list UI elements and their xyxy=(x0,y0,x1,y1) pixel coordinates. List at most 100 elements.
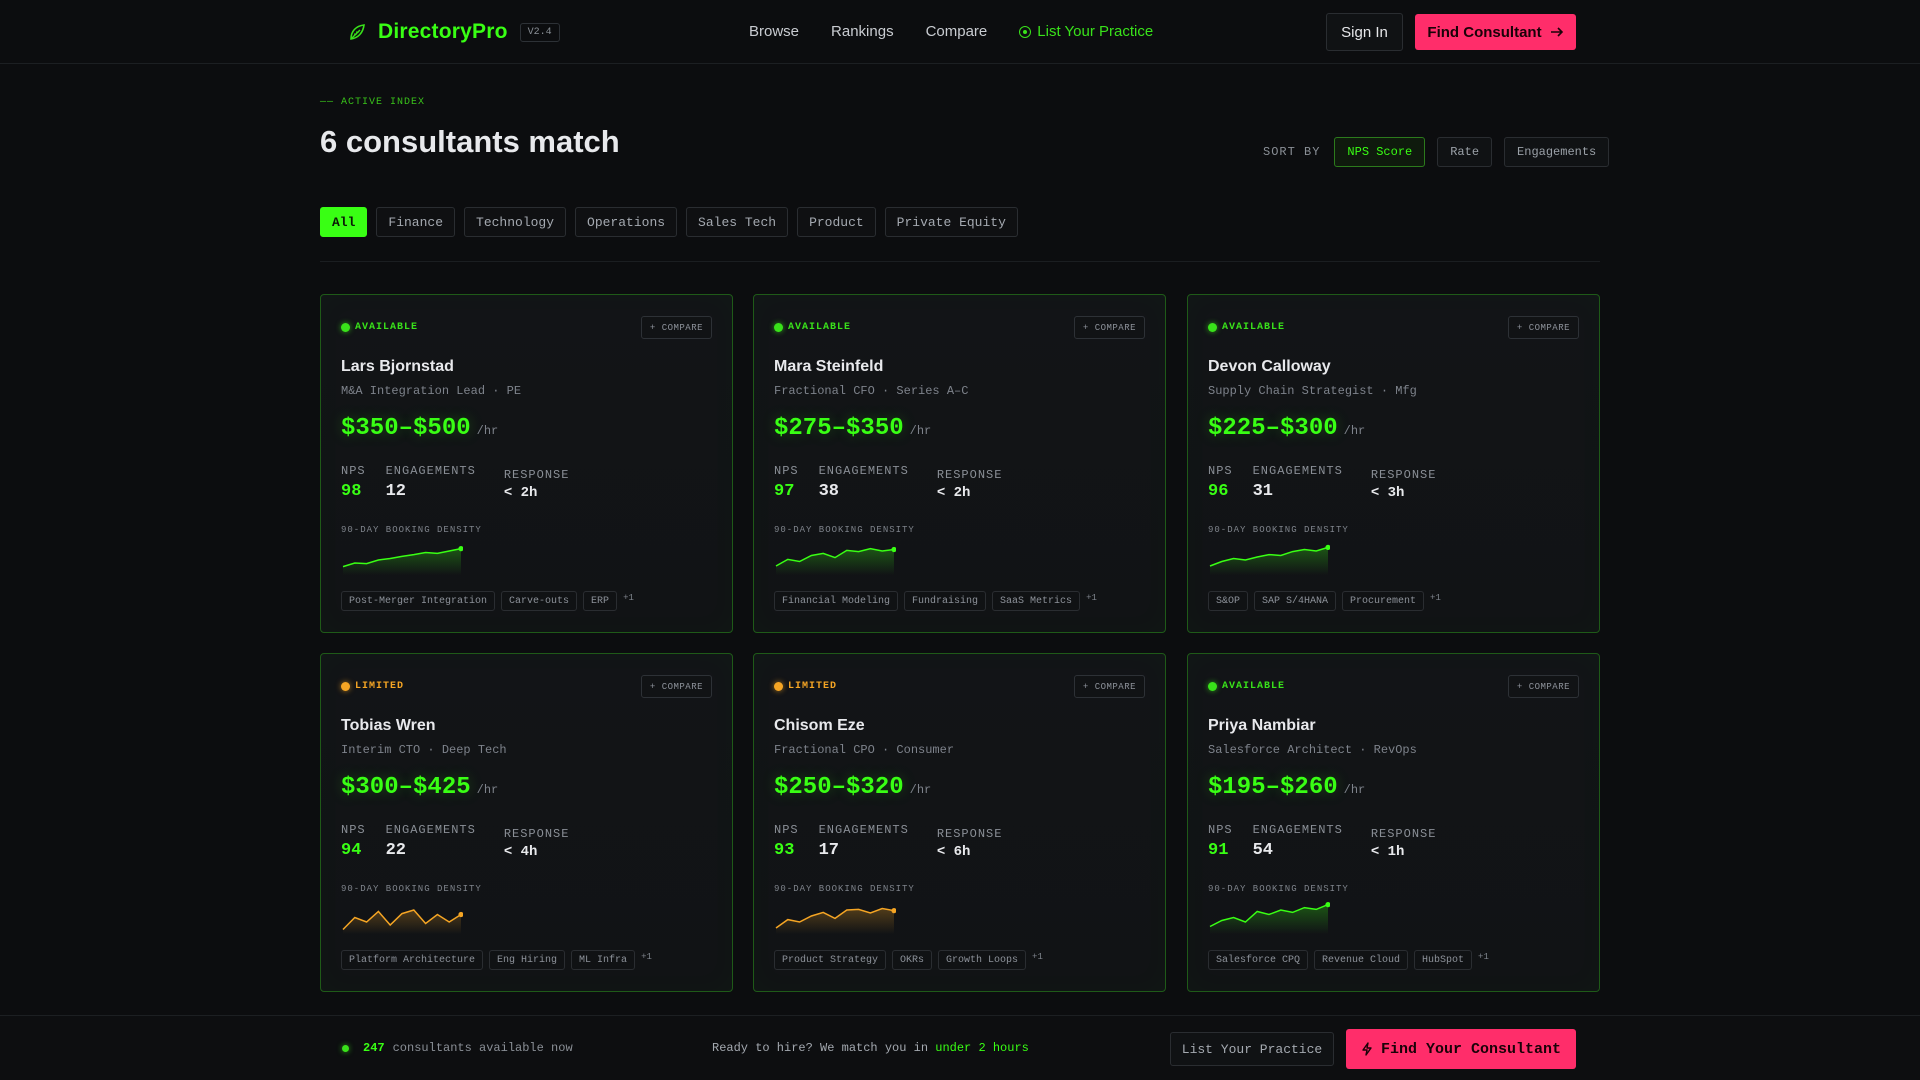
consultant-card[interactable]: AVAILABLE + COMPARE Priya Nambiar Salesf… xyxy=(1187,653,1600,992)
stat-label: ENGAGEMENTS xyxy=(1252,823,1343,837)
stat-nps: NPS 93 xyxy=(774,823,799,860)
stat-response: RESPONSE < 2h xyxy=(504,468,570,501)
nps-value: 97 xyxy=(774,482,795,501)
nav-browse[interactable]: Browse xyxy=(749,23,799,40)
nav-compare[interactable]: Compare xyxy=(926,23,988,40)
brand-logo[interactable]: DirectoryPro V2.4 xyxy=(346,20,560,44)
skill-tags: Financial Modeling Fundraising SaaS Metr… xyxy=(774,591,1097,611)
consultant-name[interactable]: Tobias Wren xyxy=(341,717,436,735)
hourly-rate: $275–$350 /hr xyxy=(774,415,931,442)
add-to-compare-button[interactable]: + COMPARE xyxy=(1507,316,1579,339)
consultant-role: Fractional CFO · Series A–C xyxy=(774,384,969,398)
consultant-card[interactable]: AVAILABLE + COMPARE Devon Calloway Suppl… xyxy=(1187,294,1600,633)
add-to-compare-button[interactable]: + COMPARE xyxy=(1073,675,1145,698)
skill-tags: Product Strategy OKRs Growth Loops +1 xyxy=(774,950,1043,970)
available-count: 247 xyxy=(363,1041,385,1055)
nav-rankings[interactable]: Rankings xyxy=(831,23,894,40)
stat-response: RESPONSE < 3h xyxy=(1371,468,1437,501)
stat-label: NPS xyxy=(774,823,799,837)
density-label: 90-DAY BOOKING DENSITY xyxy=(341,525,482,535)
sign-in-button[interactable]: Sign In xyxy=(1326,13,1403,51)
consultant-name[interactable]: Priya Nambiar xyxy=(1208,717,1316,735)
stat-label: ENGAGEMENTS xyxy=(818,823,909,837)
filter-sales-tech[interactable]: Sales Tech xyxy=(686,207,789,237)
stat-response: RESPONSE < 4h xyxy=(504,827,570,860)
status-dot-icon xyxy=(342,1044,349,1052)
target-icon xyxy=(1019,25,1032,38)
stats-row: NPS 94 ENGAGEMENTS 22 RESPONSE < 4h xyxy=(341,823,589,860)
consultant-card[interactable]: AVAILABLE + COMPARE Mara Steinfeld Fract… xyxy=(753,294,1166,633)
consultant-card[interactable]: LIMITED + COMPARE Chisom Eze Fractional … xyxy=(753,653,1166,992)
more-tags-count[interactable]: +1 xyxy=(1430,593,1441,603)
filter-product[interactable]: Product xyxy=(797,207,876,237)
status-badge: AVAILABLE xyxy=(1208,322,1285,333)
status-label: AVAILABLE xyxy=(1222,681,1286,692)
stat-label: NPS xyxy=(1208,823,1233,837)
filter-private-equity[interactable]: Private Equity xyxy=(884,207,1018,237)
more-tags-count[interactable]: +1 xyxy=(1032,952,1043,962)
status-label: LIMITED xyxy=(788,681,838,692)
stat-label: RESPONSE xyxy=(1370,827,1437,841)
stat-nps: NPS 94 xyxy=(341,823,366,860)
more-tags-count[interactable]: +1 xyxy=(1086,593,1097,603)
nav-list-practice[interactable]: List Your Practice xyxy=(1019,23,1153,40)
sparkline-area xyxy=(1210,547,1328,575)
density-label: 90-DAY BOOKING DENSITY xyxy=(774,525,915,535)
status-label: AVAILABLE xyxy=(1222,322,1286,333)
stat-engagements: ENGAGEMENTS 54 xyxy=(1253,823,1343,860)
add-to-compare-button[interactable]: + COMPARE xyxy=(1507,675,1579,698)
consultant-name[interactable]: Lars Bjornstad xyxy=(341,358,454,376)
sort-nps-button[interactable]: NPS Score xyxy=(1334,137,1426,167)
stat-label: ENGAGEMENTS xyxy=(385,823,476,837)
stat-label: NPS xyxy=(341,464,366,478)
nps-value: 96 xyxy=(1208,482,1229,501)
add-to-compare-button[interactable]: + COMPARE xyxy=(1073,316,1145,339)
stat-label: NPS xyxy=(341,823,366,837)
skill-tags: Post-Merger Integration Carve-outs ERP +… xyxy=(341,591,634,611)
status-dot-icon xyxy=(774,323,783,332)
more-tags-count[interactable]: +1 xyxy=(1478,952,1489,962)
match-promise: Ready to hire? We match you in under 2 h… xyxy=(712,1041,1029,1055)
engagements-value: 17 xyxy=(818,841,840,860)
filter-operations[interactable]: Operations xyxy=(575,207,678,237)
stat-response: RESPONSE < 2h xyxy=(937,468,1003,501)
status-dot-icon xyxy=(341,682,350,691)
stat-label: NPS xyxy=(774,464,799,478)
sticky-footer-bar: 247 consultants available now Ready to h… xyxy=(0,1015,1920,1080)
filter-technology[interactable]: Technology xyxy=(464,207,567,237)
rate-unit: /hr xyxy=(1343,424,1366,438)
consultant-card[interactable]: AVAILABLE + COMPARE Lars Bjornstad M&A I… xyxy=(320,294,733,633)
filter-all[interactable]: All xyxy=(320,207,368,237)
status-badge: LIMITED xyxy=(774,681,837,692)
skill-tag: Eng Hiring xyxy=(489,950,566,970)
add-to-compare-button[interactable]: + COMPARE xyxy=(640,316,712,339)
filter-finance[interactable]: Finance xyxy=(376,207,456,237)
sort-rate-button[interactable]: Rate xyxy=(1437,137,1493,167)
footer-find-consultant-button[interactable]: Find Your Consultant xyxy=(1346,1029,1576,1069)
consultant-name[interactable]: Mara Steinfeld xyxy=(774,358,883,376)
main-nav: Browse Rankings Compare List Your Practi… xyxy=(749,23,1153,40)
find-consultant-label: Find Consultant xyxy=(1427,23,1542,41)
skill-tags: Salesforce CPQ Revenue Cloud HubSpot +1 xyxy=(1208,950,1489,970)
response-value: < 2h xyxy=(936,485,971,501)
skill-tag: SAP S/4HANA xyxy=(1254,591,1337,611)
stat-label: NPS xyxy=(1208,464,1233,478)
add-to-compare-button[interactable]: + COMPARE xyxy=(640,675,712,698)
footer-list-practice-button[interactable]: List Your Practice xyxy=(1170,1032,1334,1066)
more-tags-count[interactable]: +1 xyxy=(641,952,652,962)
more-tags-count[interactable]: +1 xyxy=(623,593,634,603)
hourly-rate: $195–$260 /hr xyxy=(1208,774,1365,801)
available-text: consultants available now xyxy=(392,1041,573,1055)
engagements-value: 54 xyxy=(1252,841,1274,860)
sort-engagements-button[interactable]: Engagements xyxy=(1504,137,1610,167)
consultant-card[interactable]: LIMITED + COMPARE Tobias Wren Interim CT… xyxy=(320,653,733,992)
engagements-value: 38 xyxy=(818,482,840,501)
find-consultant-button[interactable]: Find Consultant xyxy=(1415,14,1576,50)
stat-label: ENGAGEMENTS xyxy=(1252,464,1343,478)
skill-tag: OKRs xyxy=(892,950,933,970)
consultant-name[interactable]: Chisom Eze xyxy=(774,717,865,735)
status-label: AVAILABLE xyxy=(355,322,419,333)
consultant-name[interactable]: Devon Calloway xyxy=(1208,358,1331,376)
booking-density-sparkline xyxy=(1209,902,1330,934)
stats-row: NPS 98 ENGAGEMENTS 12 RESPONSE < 2h xyxy=(341,464,589,501)
